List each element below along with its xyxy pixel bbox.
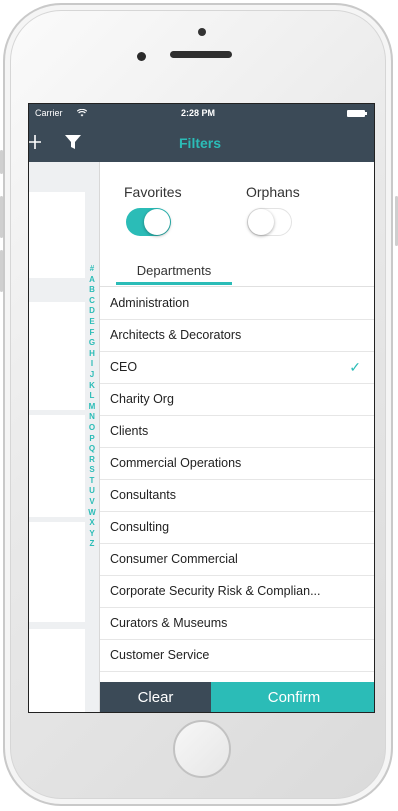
department-row[interactable]: Consulting [100, 512, 374, 544]
battery-icon [347, 110, 365, 117]
index-letter[interactable]: Y [87, 529, 97, 540]
index-letter[interactable]: # [87, 264, 97, 275]
index-letter[interactable]: O [87, 423, 97, 434]
index-letter[interactable]: H [87, 349, 97, 360]
department-row[interactable]: Charity Org [100, 384, 374, 416]
earpiece-speaker [170, 51, 232, 58]
department-row[interactable]: Clients [100, 416, 374, 448]
department-row[interactable]: CEO ✓ [100, 352, 374, 384]
contact-card[interactable] [29, 522, 85, 622]
page-title: Filters [179, 135, 222, 151]
volume-down-button [0, 250, 3, 292]
index-letter[interactable]: C [87, 296, 97, 307]
department-row[interactable]: Customer Service [100, 640, 374, 672]
contact-card[interactable] [29, 192, 85, 278]
department-row[interactable]: Commercial Operations [100, 448, 374, 480]
department-label: Architects & Decorators [110, 328, 242, 342]
index-letter[interactable]: J [87, 370, 97, 381]
toggle-knob [248, 209, 274, 235]
department-label: Curators & Museums [110, 616, 228, 630]
footer-bar: Clear Confirm [100, 682, 374, 712]
contact-card[interactable] [29, 302, 85, 410]
department-row[interactable]: Architects & Decorators [100, 320, 374, 352]
confirm-button[interactable]: Confirm [211, 682, 374, 712]
index-letter[interactable]: M [87, 402, 97, 413]
orphans-toggle[interactable] [247, 208, 292, 236]
volume-up-button [0, 196, 3, 238]
index-letter[interactable]: K [87, 381, 97, 392]
clear-button[interactable]: Clear [100, 682, 211, 712]
department-label: Consultants [110, 488, 177, 502]
silent-switch [0, 150, 3, 174]
wifi-icon [77, 109, 87, 117]
front-camera [198, 28, 206, 36]
checkmark-icon: ✓ [349, 359, 361, 375]
favorites-toggle[interactable] [126, 208, 171, 236]
divider [100, 286, 374, 287]
index-letter[interactable]: B [87, 285, 97, 296]
status-bar: Carrier 2:28 PM [29, 104, 374, 124]
contact-card[interactable] [29, 629, 85, 712]
index-letter[interactable]: E [87, 317, 97, 328]
funnel-icon[interactable] [65, 135, 81, 150]
index-letter[interactable]: R [87, 455, 97, 466]
department-label: Consumer Commercial [110, 552, 238, 566]
department-row[interactable]: Administration [100, 288, 374, 320]
department-row[interactable]: Consultants [100, 480, 374, 512]
phone-screen: Carrier 2:28 PM Filters # A B C D E F G H I J K L M N O… [28, 103, 375, 713]
index-letter[interactable]: X [87, 518, 97, 529]
carrier-label: Carrier [35, 108, 63, 118]
filters-panel: Favorites Orphans Departments Administra… [99, 162, 374, 712]
department-label: Clients [110, 424, 149, 438]
battery-tip [365, 112, 367, 115]
home-button[interactable] [173, 720, 231, 778]
department-label: Customer Service [110, 648, 210, 662]
department-label: Corporate Security Risk & Complian... [110, 584, 321, 598]
clock: 2:28 PM [181, 108, 216, 118]
department-row[interactable]: Corporate Security Risk & Complian... [100, 576, 374, 608]
index-letter[interactable]: U [87, 486, 97, 497]
department-row[interactable]: Consumer Commercial [100, 544, 374, 576]
department-label: Administration [110, 296, 190, 310]
index-letter[interactable]: V [87, 497, 97, 508]
tab-underline [116, 282, 232, 285]
index-letter[interactable]: A [87, 275, 97, 286]
favorites-label: Favorites [124, 184, 182, 200]
nav-bar: Filters [29, 124, 374, 162]
department-label: Commercial Operations [110, 456, 242, 470]
index-letter[interactable]: I [87, 359, 97, 370]
index-letter[interactable]: F [87, 328, 97, 339]
index-letter[interactable]: W [87, 508, 97, 519]
tab-departments-label: Departments [136, 263, 212, 278]
index-letter[interactable]: N [87, 412, 97, 423]
toggle-knob [144, 209, 170, 235]
index-letter[interactable]: P [87, 434, 97, 445]
tab-departments[interactable]: Departments [116, 262, 232, 286]
index-letter[interactable]: Q [87, 444, 97, 455]
department-label: Charity Org [110, 392, 174, 406]
index-letter[interactable]: Z [87, 539, 97, 550]
index-letter[interactable]: G [87, 338, 97, 349]
department-label: CEO [110, 360, 138, 374]
index-letter[interactable]: S [87, 465, 97, 476]
department-row[interactable]: Curators & Museums [100, 608, 374, 640]
proximity-sensor [137, 52, 146, 61]
orphans-label: Orphans [246, 184, 300, 200]
alphabet-index[interactable]: # A B C D E F G H I J K L M N O P Q R S T U V W X Y Z [87, 264, 97, 550]
contact-card[interactable] [29, 415, 85, 517]
plus-icon[interactable] [29, 135, 43, 149]
index-letter[interactable]: D [87, 306, 97, 317]
index-letter[interactable]: L [87, 391, 97, 402]
department-label: Consulting [110, 520, 170, 534]
index-letter[interactable]: T [87, 476, 97, 487]
